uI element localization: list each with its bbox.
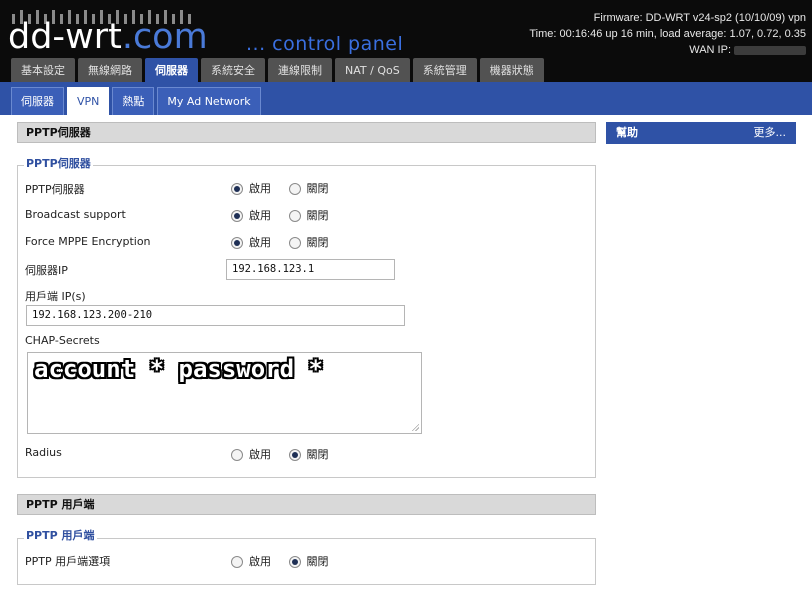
mppe-disable-radio[interactable] bbox=[288, 237, 301, 249]
help-more-link[interactable]: 更多... bbox=[754, 122, 787, 144]
pptp-client-enable-radio[interactable] bbox=[231, 556, 243, 568]
radius-label: Radius bbox=[25, 446, 62, 459]
radio-enable-label: 啟用 bbox=[249, 236, 271, 249]
broadcast-enable-radio[interactable] bbox=[231, 210, 243, 222]
broadcast-support-label: Broadcast support bbox=[25, 208, 126, 221]
pptp-server-enable-radio[interactable] bbox=[231, 183, 243, 195]
logo-suffix: .com bbox=[121, 17, 208, 57]
wan-ip-row: WAN IP: bbox=[529, 42, 806, 58]
tab-wireless[interactable]: 無線網路 bbox=[78, 58, 142, 82]
server-ip-input[interactable]: 192.168.123.1 bbox=[226, 259, 395, 280]
pptp-client-option-label: PPTP 用戶端選項 bbox=[25, 555, 111, 568]
subtab-bar: 伺服器 VPN 熱點 My Ad Network bbox=[0, 82, 812, 115]
help-title: 幫助 bbox=[616, 126, 638, 139]
pptp-client-legend: PPTP 用戶端 bbox=[24, 527, 97, 543]
logo: dd-wrt.com bbox=[8, 17, 208, 57]
radius-disable-radio[interactable] bbox=[288, 449, 301, 461]
tab-services[interactable]: 伺服器 bbox=[145, 58, 198, 82]
radius-enable-radio[interactable] bbox=[231, 449, 243, 461]
radio-disable-label: 關閉 bbox=[306, 555, 329, 568]
pptp-server-legend: PPTP伺服器 bbox=[24, 155, 93, 171]
client-ip-label: 用戶端 IP(s) bbox=[25, 290, 86, 303]
chap-secrets-label: CHAP-Secrets bbox=[25, 334, 100, 347]
force-mppe-radios: 啟用 關閉 bbox=[231, 234, 343, 250]
pptp-client-disable-radio[interactable] bbox=[288, 556, 301, 568]
force-mppe-label: Force MPPE Encryption bbox=[25, 235, 151, 248]
logo-main: dd-wrt bbox=[8, 17, 122, 57]
radio-enable-label: 啟用 bbox=[249, 555, 271, 568]
mppe-enable-radio[interactable] bbox=[231, 237, 243, 249]
pptp-server-enable-label: PPTP伺服器 bbox=[25, 183, 85, 196]
subtab-services[interactable]: 伺服器 bbox=[11, 87, 64, 115]
tab-basic-setup[interactable]: 基本設定 bbox=[11, 58, 75, 82]
radio-disable-label: 關閉 bbox=[306, 448, 329, 461]
subtab-hotspot[interactable]: 熱點 bbox=[112, 87, 155, 115]
subtab-my-ad-network[interactable]: My Ad Network bbox=[157, 87, 261, 115]
tagline: ... control panel bbox=[246, 33, 404, 55]
tab-access-restrictions[interactable]: 連線限制 bbox=[268, 58, 332, 82]
firmware-text: Firmware: DD-WRT v24-sp2 (10/10/09) vpn bbox=[593, 12, 806, 24]
broadcast-disable-radio[interactable] bbox=[288, 210, 301, 222]
help-panel: 幫助 更多... bbox=[606, 122, 796, 144]
uptime-text: Time: 00:16:46 up 16 min, load average: … bbox=[529, 28, 806, 40]
pptp-client-section-title: PPTP 用戶端 bbox=[17, 494, 596, 515]
resize-grip-icon[interactable] bbox=[411, 423, 419, 431]
main-tabs: 基本設定 無線網路 伺服器 系統安全 連線限制 NAT / QoS 系統管理 機器狀態 bbox=[11, 58, 547, 82]
radio-disable-label: 關閉 bbox=[306, 209, 329, 222]
radio-disable-label: 關閉 bbox=[306, 182, 329, 195]
radio-enable-label: 啟用 bbox=[249, 209, 271, 222]
server-ip-label: 伺服器IP bbox=[25, 264, 68, 277]
chap-secrets-textarea[interactable]: account * password * bbox=[27, 352, 422, 434]
radio-enable-label: 啟用 bbox=[249, 448, 271, 461]
wan-ip-redacted bbox=[734, 45, 806, 55]
radio-disable-label: 關閉 bbox=[306, 236, 329, 249]
pptp-server-disable-radio[interactable] bbox=[288, 183, 301, 195]
client-ip-input[interactable]: 192.168.123.200-210 bbox=[26, 305, 405, 326]
radius-radios: 啟用 關閉 bbox=[231, 446, 343, 462]
pptp-server-section-title: PPTP伺服器 bbox=[17, 122, 596, 143]
tab-status[interactable]: 機器狀態 bbox=[479, 58, 544, 82]
radio-enable-label: 啟用 bbox=[249, 182, 271, 195]
tab-security[interactable]: 系統安全 bbox=[201, 58, 265, 82]
system-info: Firmware: DD-WRT v24-sp2 (10/10/09) vpn … bbox=[529, 10, 806, 58]
broadcast-support-radios: 啟用 關閉 bbox=[231, 207, 343, 223]
tab-administration[interactable]: 系統管理 bbox=[412, 58, 477, 82]
wan-ip-label: WAN IP: bbox=[689, 44, 731, 56]
pptp-client-option-radios: 啟用 關閉 bbox=[231, 553, 343, 569]
subtab-vpn[interactable]: VPN bbox=[67, 87, 110, 115]
chap-secrets-value: account * password * bbox=[34, 355, 323, 383]
tab-nat-qos[interactable]: NAT / QoS bbox=[335, 58, 410, 82]
pptp-server-enable-radios: 啟用 關閉 bbox=[231, 180, 343, 196]
